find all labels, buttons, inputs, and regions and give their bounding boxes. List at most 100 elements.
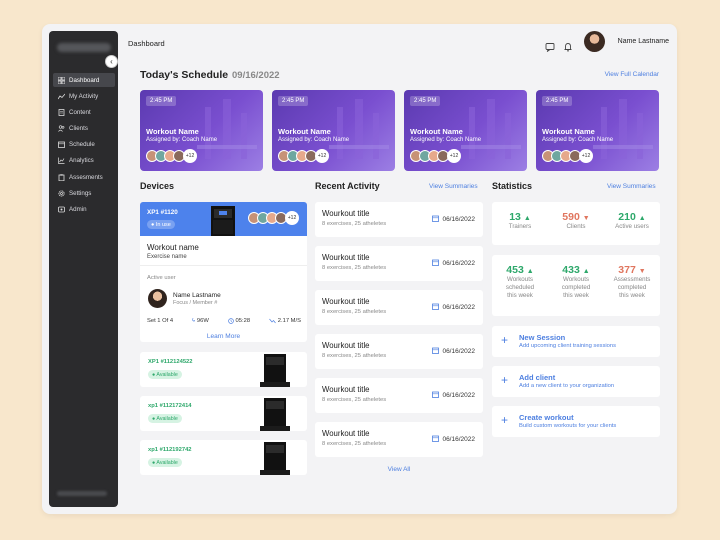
action-title: New Session [519, 333, 566, 342]
learn-more-link[interactable]: Learn More [140, 333, 307, 340]
arrow-up-icon: ▲ [638, 215, 646, 222]
speed-icon [269, 318, 276, 324]
workout-sub: 8 exercises, 25 atheletes [322, 221, 387, 227]
message-icon[interactable] [545, 39, 555, 57]
avatar [148, 289, 167, 308]
device-card-header[interactable]: XP1 #1120 ● In use +12 [140, 202, 307, 236]
workout-title: Wourkout title [322, 297, 370, 306]
list-item[interactable]: Wourkout title 8 exercises, 25 atheletes… [315, 202, 483, 237]
action-sub: Add upcoming client training sessions [519, 343, 616, 349]
stat-trainers: 13 ▲ Trainers [492, 211, 548, 245]
sidebar-item-label: Dashboard [69, 76, 100, 84]
sidebar-item-settings[interactable]: Settings [53, 186, 115, 200]
gear-icon [58, 190, 65, 197]
device-stats: Set 1 Of 4 ϟ 96W 05:28 2.17 M/S [147, 318, 301, 324]
status-text: Available [156, 415, 178, 422]
sidebar-item-label: Assesments [69, 173, 103, 181]
sidebar-item-my-activity[interactable]: My Activity [53, 89, 115, 103]
list-item[interactable]: Wourkout title 8 exercises, 25 atheletes… [315, 422, 483, 457]
device-id: XP1 #1120 [147, 209, 178, 216]
exercise-name: Exercise name [147, 254, 187, 260]
sidebar-item-label: Settings [69, 189, 92, 197]
machine-image [260, 442, 290, 475]
schedule-card[interactable]: 2:45 PM Workout Name Assigned by: Coach … [404, 90, 527, 171]
view-full-calendar-link[interactable]: View Full Calendar [605, 71, 659, 78]
status-badge: ● Available [148, 370, 182, 379]
statistics-title: Statistics [492, 181, 533, 191]
sidebar-item-dashboard[interactable]: Dashboard [53, 73, 115, 87]
device-card[interactable]: xp1 #112192742 ● Available [140, 440, 307, 475]
session-time: 2:45 PM [146, 96, 177, 106]
stat-clients: 590 ▼ Clients [548, 211, 604, 245]
machine-image [211, 206, 235, 236]
list-item[interactable]: Wourkout title 8 exercises, 25 atheletes… [315, 290, 483, 325]
sidebar-item-analytics[interactable]: Analytics [53, 154, 115, 168]
activity-chart-icon [58, 93, 65, 100]
set-count: Set 1 Of 4 [147, 318, 174, 324]
top-bar: Dashboard Name Lastname [128, 31, 669, 58]
schedule-card[interactable]: 2:45 PM Workout Name Assigned by: Coach … [272, 90, 395, 171]
workout-date: 06/16/2022 [432, 259, 475, 268]
stat-assessments-completed: 377 ▼ Assessments completed this week [604, 264, 660, 316]
workout-date: 06/16/2022 [432, 347, 475, 356]
divider [140, 265, 307, 266]
list-item[interactable]: Wourkout title 8 exercises, 25 atheletes… [315, 334, 483, 369]
workout-sub: 8 exercises, 25 atheletes [322, 265, 387, 271]
bolt-icon: ϟ [191, 318, 195, 324]
device-id: XP1 #112124522 [148, 359, 193, 365]
new-session-button[interactable]: + New Session Add upcoming client traini… [492, 326, 660, 357]
power-stat: ϟ 96W [192, 318, 209, 324]
device-card[interactable]: xp1 #112172414 ● Available [140, 396, 307, 431]
status-badge: ● Available [148, 414, 182, 423]
more-participants-badge: +12 [285, 211, 299, 225]
schedule-card[interactable]: 2:45 PM Workout Name Assigned by: Coach … [140, 90, 263, 171]
sidebar-item-schedule[interactable]: Schedule [53, 138, 115, 152]
status-text: Available [156, 371, 178, 378]
gym-equipment-image [593, 99, 653, 159]
user-name[interactable]: Name Lastname [618, 38, 669, 45]
stats-card: 453 ▲ Workouts scheduled this week 433 ▲ W… [492, 255, 660, 316]
list-item[interactable]: Wourkout title 8 exercises, 25 atheletes… [315, 378, 483, 413]
workout-date: 06/16/2022 [432, 303, 475, 312]
list-item[interactable]: Wourkout title 8 exercises, 25 atheletes… [315, 246, 483, 281]
workout-name: Workout name [147, 243, 199, 252]
schedule-card[interactable]: 2:45 PM Workout Name Assigned by: Coach … [536, 90, 659, 171]
gym-equipment-image [461, 99, 521, 159]
view-summaries-link[interactable]: View Summaries [607, 183, 656, 190]
avatar[interactable] [584, 31, 605, 52]
gym-equipment-image [197, 99, 257, 159]
stat-value: 433 ▲ [562, 264, 590, 276]
create-workout-button[interactable]: + Create workout Build custom workouts f… [492, 406, 660, 437]
view-all-link[interactable]: View All [315, 466, 483, 473]
plus-icon: + [501, 373, 509, 387]
more-participants-badge: +12 [183, 149, 197, 163]
sidebar-item-label: Schedule [69, 141, 95, 149]
chevron-left-icon: ‹ [110, 57, 113, 66]
device-card[interactable]: XP1 #112124522 ● Available [140, 352, 307, 387]
sidebar-item-admin[interactable]: Admin [53, 203, 115, 217]
status-text: Available [156, 459, 178, 466]
sidebar-item-clients[interactable]: Clients [53, 122, 115, 136]
stat-label: Trainers [508, 223, 532, 230]
calendar-icon [432, 347, 440, 356]
workout-title: Wourkout title [322, 341, 370, 350]
workout-sub: 8 exercises, 25 atheletes [322, 353, 387, 359]
stat-active-users: 210 ▲ Active users [604, 211, 660, 245]
stat-value: 590 ▼ [562, 211, 590, 223]
collapse-sidebar-button[interactable]: ‹ [105, 55, 118, 68]
bell-icon[interactable] [563, 39, 573, 57]
add-client-button[interactable]: + Add client Add a new client to your or… [492, 366, 660, 397]
view-summaries-link[interactable]: View Summaries [429, 183, 478, 190]
sidebar-item-assesments[interactable]: Assesments [53, 170, 115, 184]
sidebar-item-label: Admin [69, 206, 87, 213]
schedule-title: Today's Schedule [140, 69, 229, 81]
active-user-label: Active user [147, 275, 176, 281]
calendar-icon [432, 259, 440, 268]
plus-icon: + [501, 413, 509, 427]
more-participants-badge: +12 [579, 149, 593, 163]
session-time: 2:45 PM [410, 96, 441, 106]
sidebar-item-content[interactable]: Content [53, 105, 115, 119]
stat-label: Assessments completed this week [613, 276, 651, 299]
workout-date: 06/16/2022 [432, 215, 475, 224]
coach-name: Assigned by: Coach Name [278, 137, 350, 143]
